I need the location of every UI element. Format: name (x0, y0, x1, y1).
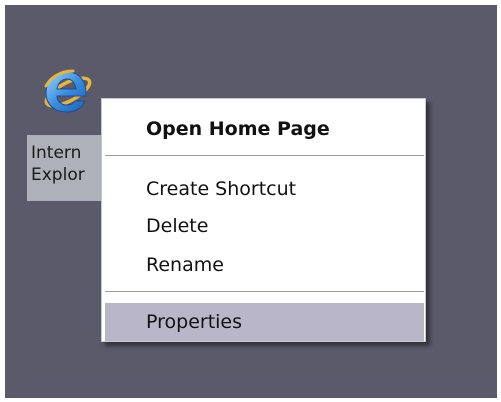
menu-item-create-shortcut[interactable]: Create Shortcut (102, 169, 425, 209)
menu-item-open-home-page[interactable]: Open Home Page (102, 109, 425, 149)
menu-item-delete[interactable]: Delete (102, 206, 425, 246)
context-menu: Open Home Page Create Shortcut Delete Re… (101, 98, 426, 342)
menu-item-properties[interactable]: Properties (105, 303, 424, 341)
desktop: Intern Explor Open Home Page Create Shor… (5, 5, 497, 398)
icon-label-line-2: Explor (31, 165, 85, 185)
icon-label: Intern Explor (27, 135, 112, 201)
menu-separator (105, 291, 424, 293)
menu-separator (105, 155, 424, 157)
internet-explorer-icon (44, 69, 92, 113)
icon-label-line-1: Intern (31, 143, 82, 163)
menu-item-rename[interactable]: Rename (102, 245, 425, 285)
